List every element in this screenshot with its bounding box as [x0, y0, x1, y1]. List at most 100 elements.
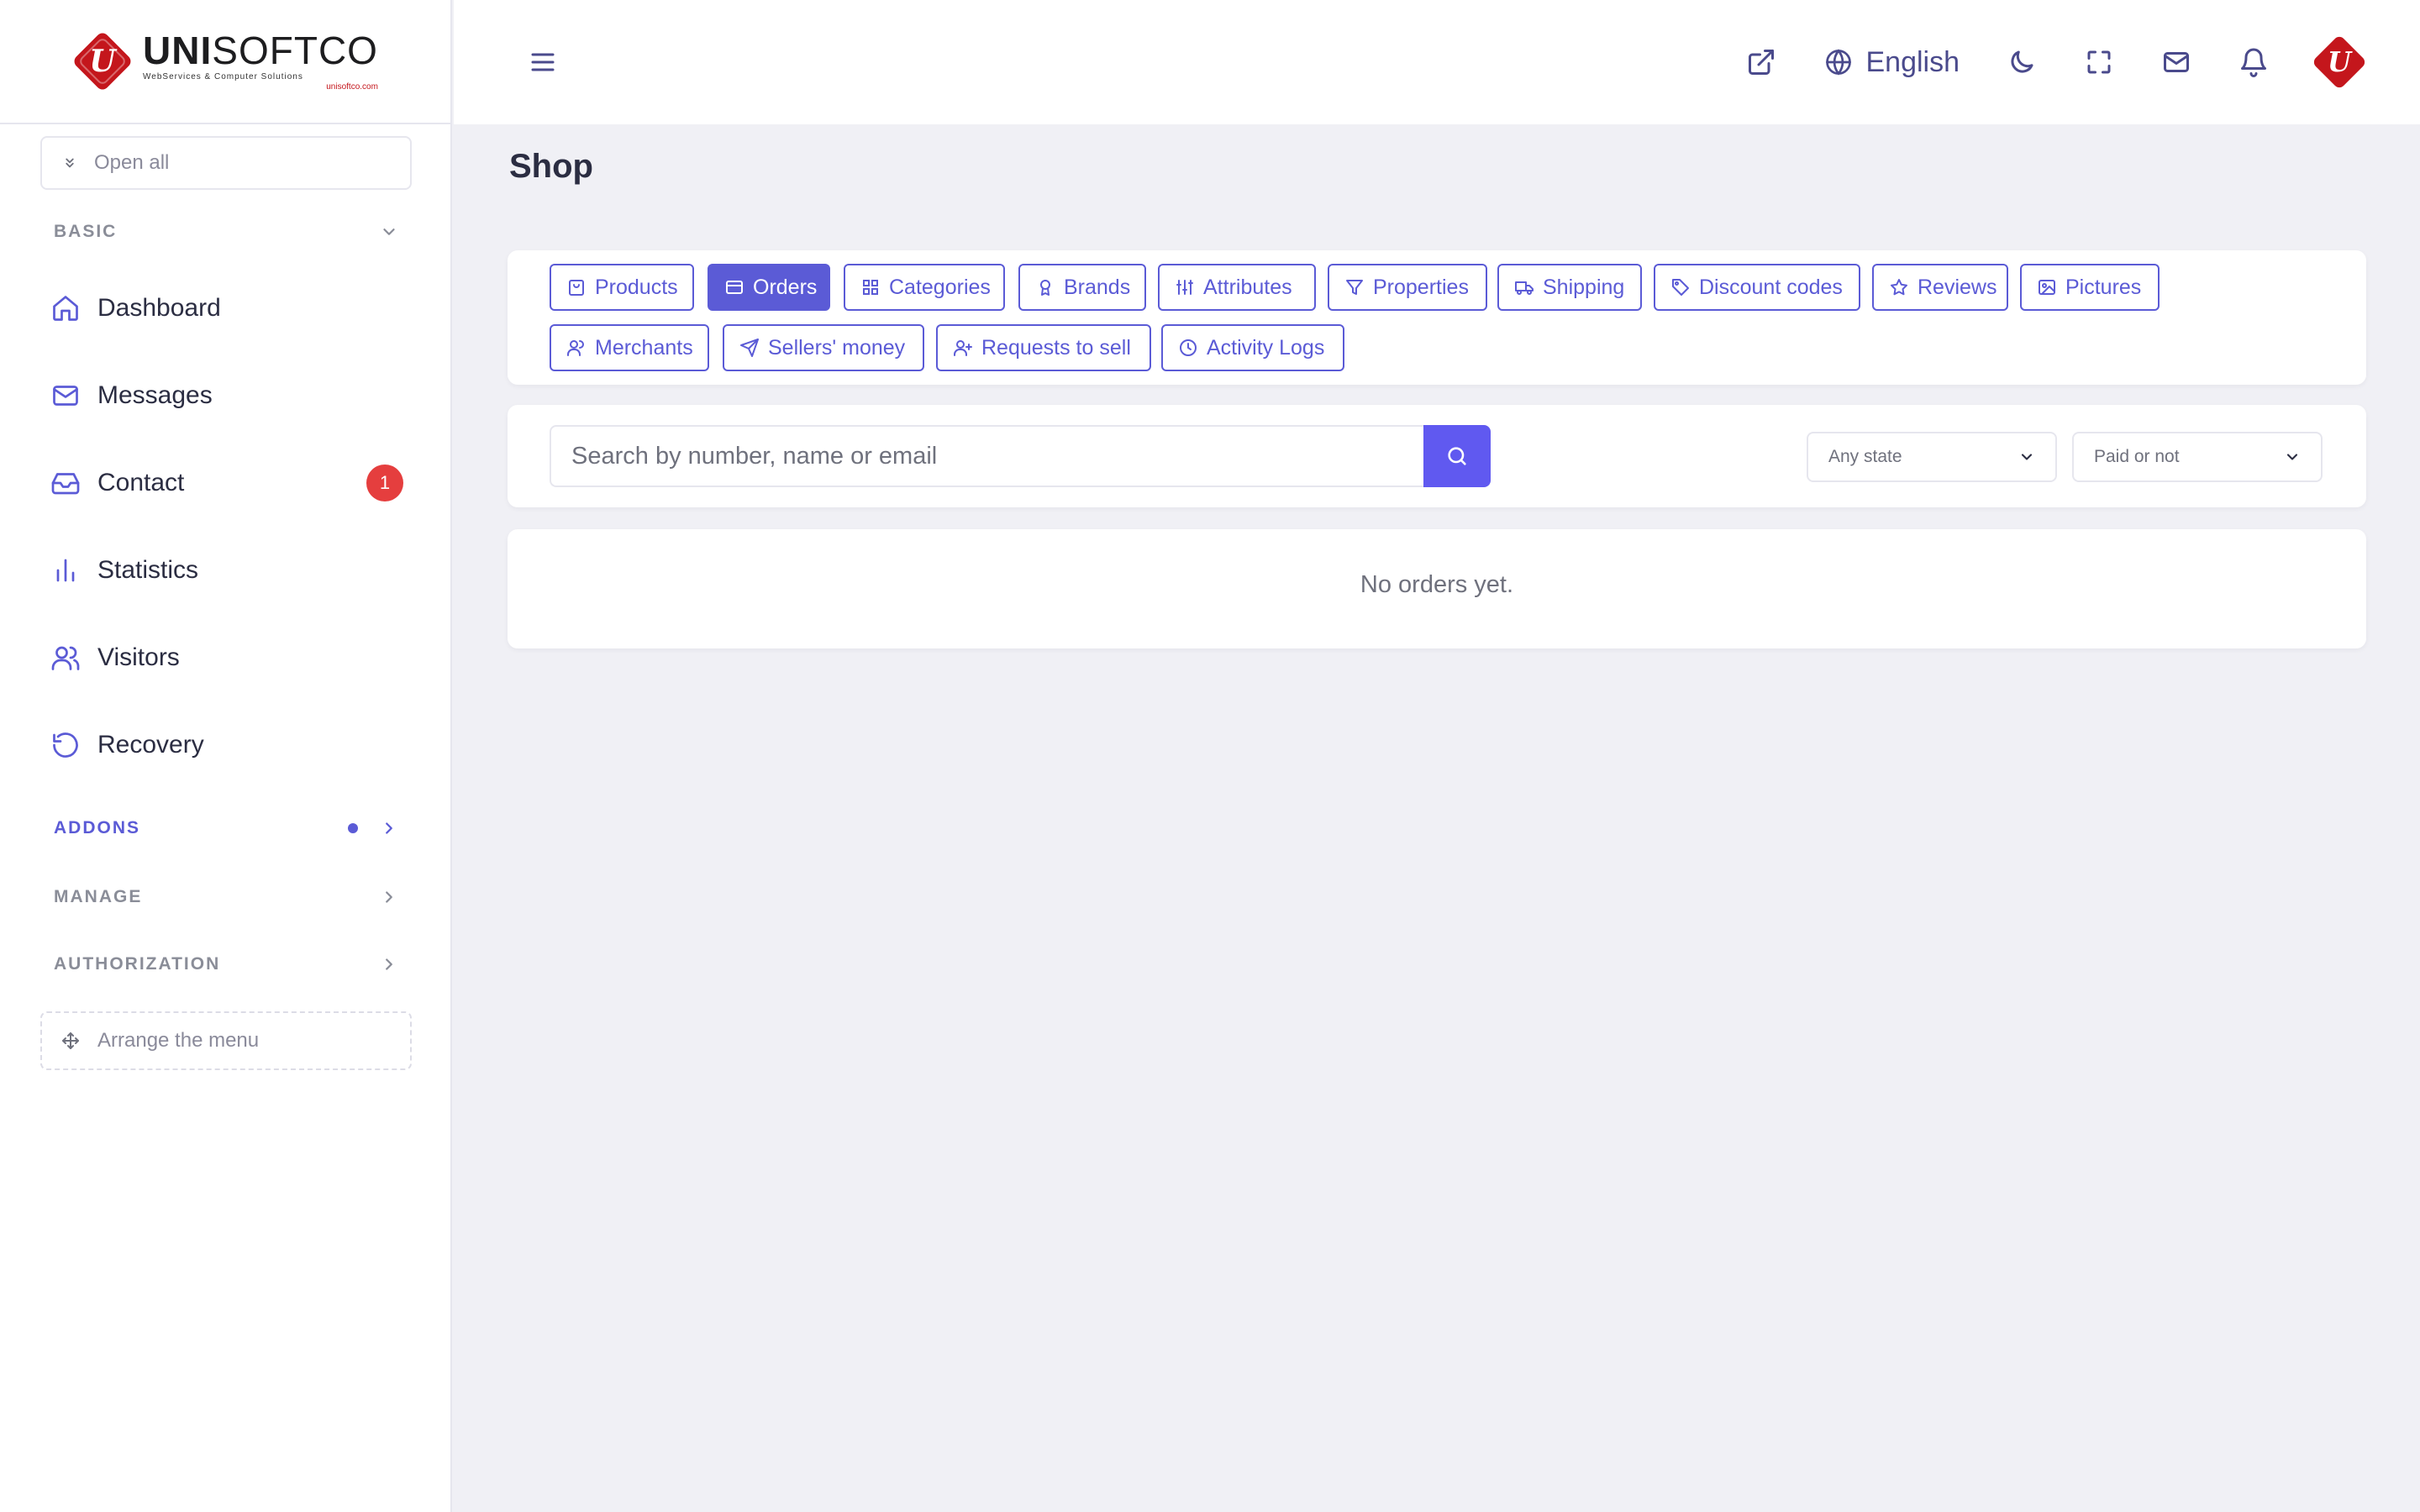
- page-title: Shop: [509, 148, 593, 185]
- sliders-icon: [1175, 277, 1195, 297]
- tab-brands[interactable]: Brands: [1018, 264, 1146, 311]
- chevron-down-icon: [380, 223, 398, 241]
- open-all-button[interactable]: Open all: [40, 136, 412, 190]
- sidebar-item-statistics[interactable]: Statistics: [50, 545, 403, 596]
- order-search-input[interactable]: [550, 425, 1425, 487]
- double-chevron-down-icon: [62, 155, 77, 171]
- section-addons-header[interactable]: ADDONS: [54, 818, 398, 838]
- image-icon: [2037, 277, 2057, 297]
- filter-icon: [1344, 277, 1365, 297]
- section-basic-header[interactable]: BASIC: [54, 222, 398, 242]
- tab-label: Sellers' money: [768, 335, 906, 360]
- tab-label: Discount codes: [1699, 275, 1843, 299]
- topbar: English U: [454, 0, 2420, 124]
- payment-filter-select[interactable]: Paid or not: [2072, 432, 2323, 482]
- users-icon: [50, 643, 81, 673]
- language-label: English: [1865, 45, 1960, 78]
- open-all-label: Open all: [94, 151, 170, 174]
- bar-chart-icon: [50, 555, 81, 585]
- users-icon: [566, 338, 587, 358]
- truck-icon: [1514, 277, 1534, 297]
- mail-icon: [50, 381, 81, 411]
- sidebar-item-label: Visitors: [97, 643, 180, 671]
- language-selector[interactable]: English: [1823, 46, 1960, 79]
- svg-text:U: U: [89, 44, 118, 79]
- section-manage-header[interactable]: MANAGE: [54, 887, 398, 907]
- chevron-right-icon: [380, 955, 398, 974]
- tab-label: Categories: [889, 275, 991, 299]
- sidebar-item-dashboard[interactable]: Dashboard: [50, 283, 403, 333]
- tab-pictures[interactable]: Pictures: [2020, 264, 2160, 311]
- tab-products[interactable]: Products: [550, 264, 694, 311]
- orders-list-card: No orders yet.: [508, 529, 2366, 648]
- logo-text: UNISOFTCO WebServices & Computer Solutio…: [143, 31, 378, 92]
- chevron-right-icon: [380, 888, 398, 906]
- new-indicator-dot: [348, 823, 358, 833]
- clock-icon: [1178, 338, 1198, 358]
- tab-label: Requests to sell: [981, 335, 1131, 360]
- sidebar-item-label: Contact: [97, 469, 185, 496]
- bell-icon[interactable]: [2238, 47, 2269, 77]
- external-link-icon[interactable]: [1746, 47, 1776, 77]
- tab-categories[interactable]: Categories: [844, 264, 1005, 311]
- hamburger-menu-icon[interactable]: [528, 47, 558, 77]
- logo-area: U UNISOFTCO WebServices & Computer Solut…: [0, 0, 450, 124]
- moon-icon[interactable]: [2007, 47, 2037, 77]
- sidebar-item-label: Statistics: [97, 556, 199, 584]
- arrange-menu-label: Arrange the menu: [97, 1029, 260, 1052]
- section-addons-label: ADDONS: [54, 818, 141, 837]
- logo-badge-icon: U: [69, 28, 136, 95]
- sidebar-item-contact[interactable]: Contact 1: [50, 458, 403, 508]
- tab-label: Brands: [1064, 275, 1131, 299]
- tab-orders[interactable]: Orders: [708, 264, 830, 311]
- tab-sellers-money[interactable]: Sellers' money: [723, 324, 924, 371]
- award-icon: [1035, 277, 1055, 297]
- fullscreen-icon[interactable]: [2084, 47, 2114, 77]
- topbar-actions: English U: [1699, 30, 2370, 94]
- tab-reviews[interactable]: Reviews: [1872, 264, 2008, 311]
- sidebar-item-label: Messages: [97, 381, 213, 409]
- tab-discount-codes[interactable]: Discount codes: [1654, 264, 1860, 311]
- sidebar: U UNISOFTCO WebServices & Computer Solut…: [0, 0, 452, 1512]
- state-filter-select[interactable]: Any state: [1807, 432, 2057, 482]
- section-authorization-header[interactable]: AUTHORIZATION: [54, 954, 398, 974]
- arrange-menu-button[interactable]: Arrange the menu: [40, 1011, 412, 1070]
- globe-icon: [1823, 47, 1854, 77]
- tab-requests-to-sell[interactable]: Requests to sell: [936, 324, 1151, 371]
- mail-icon[interactable]: [2161, 47, 2191, 77]
- section-manage-label: MANAGE: [54, 887, 143, 906]
- tab-label: Attributes: [1203, 275, 1292, 299]
- tab-shipping[interactable]: Shipping: [1497, 264, 1642, 311]
- history-icon: [50, 730, 81, 760]
- chevron-down-icon: [2284, 449, 2301, 465]
- grid-icon: [860, 277, 881, 297]
- shop-tabs-card: Products Orders Categories Brands Attrib…: [508, 250, 2366, 385]
- star-icon: [1889, 277, 1909, 297]
- tab-label: Merchants: [595, 335, 693, 360]
- tab-attributes[interactable]: Attributes: [1158, 264, 1316, 311]
- unread-count-badge: 1: [366, 465, 403, 501]
- brand-logo[interactable]: U UNISOFTCO WebServices & Computer Solut…: [69, 28, 378, 95]
- sidebar-item-label: Recovery: [97, 731, 204, 759]
- tab-label: Products: [595, 275, 678, 299]
- tab-label: Properties: [1373, 275, 1469, 299]
- search-button[interactable]: [1423, 425, 1491, 487]
- svg-text:U: U: [2328, 46, 2353, 78]
- bag-icon: [566, 277, 587, 297]
- tab-label: Pictures: [2065, 275, 2142, 299]
- sidebar-item-messages[interactable]: Messages: [50, 370, 403, 421]
- tab-label: Reviews: [1918, 275, 1997, 299]
- sidebar-item-visitors[interactable]: Visitors: [50, 633, 403, 683]
- user-avatar[interactable]: U: [2309, 32, 2370, 92]
- logo-url: unisoftco.com: [326, 82, 378, 92]
- tab-merchants[interactable]: Merchants: [550, 324, 709, 371]
- empty-state-message: No orders yet.: [1360, 571, 1514, 598]
- tab-properties[interactable]: Properties: [1328, 264, 1487, 311]
- tab-activity-logs[interactable]: Activity Logs: [1161, 324, 1344, 371]
- state-filter-value: Any state: [1828, 447, 1902, 466]
- tab-label: Activity Logs: [1207, 335, 1325, 360]
- sidebar-item-recovery[interactable]: Recovery: [50, 720, 403, 770]
- credit-card-icon: [724, 277, 744, 297]
- sidebar-item-label: Dashboard: [97, 294, 221, 322]
- logo-wordmark: UNISOFTCO: [143, 29, 378, 72]
